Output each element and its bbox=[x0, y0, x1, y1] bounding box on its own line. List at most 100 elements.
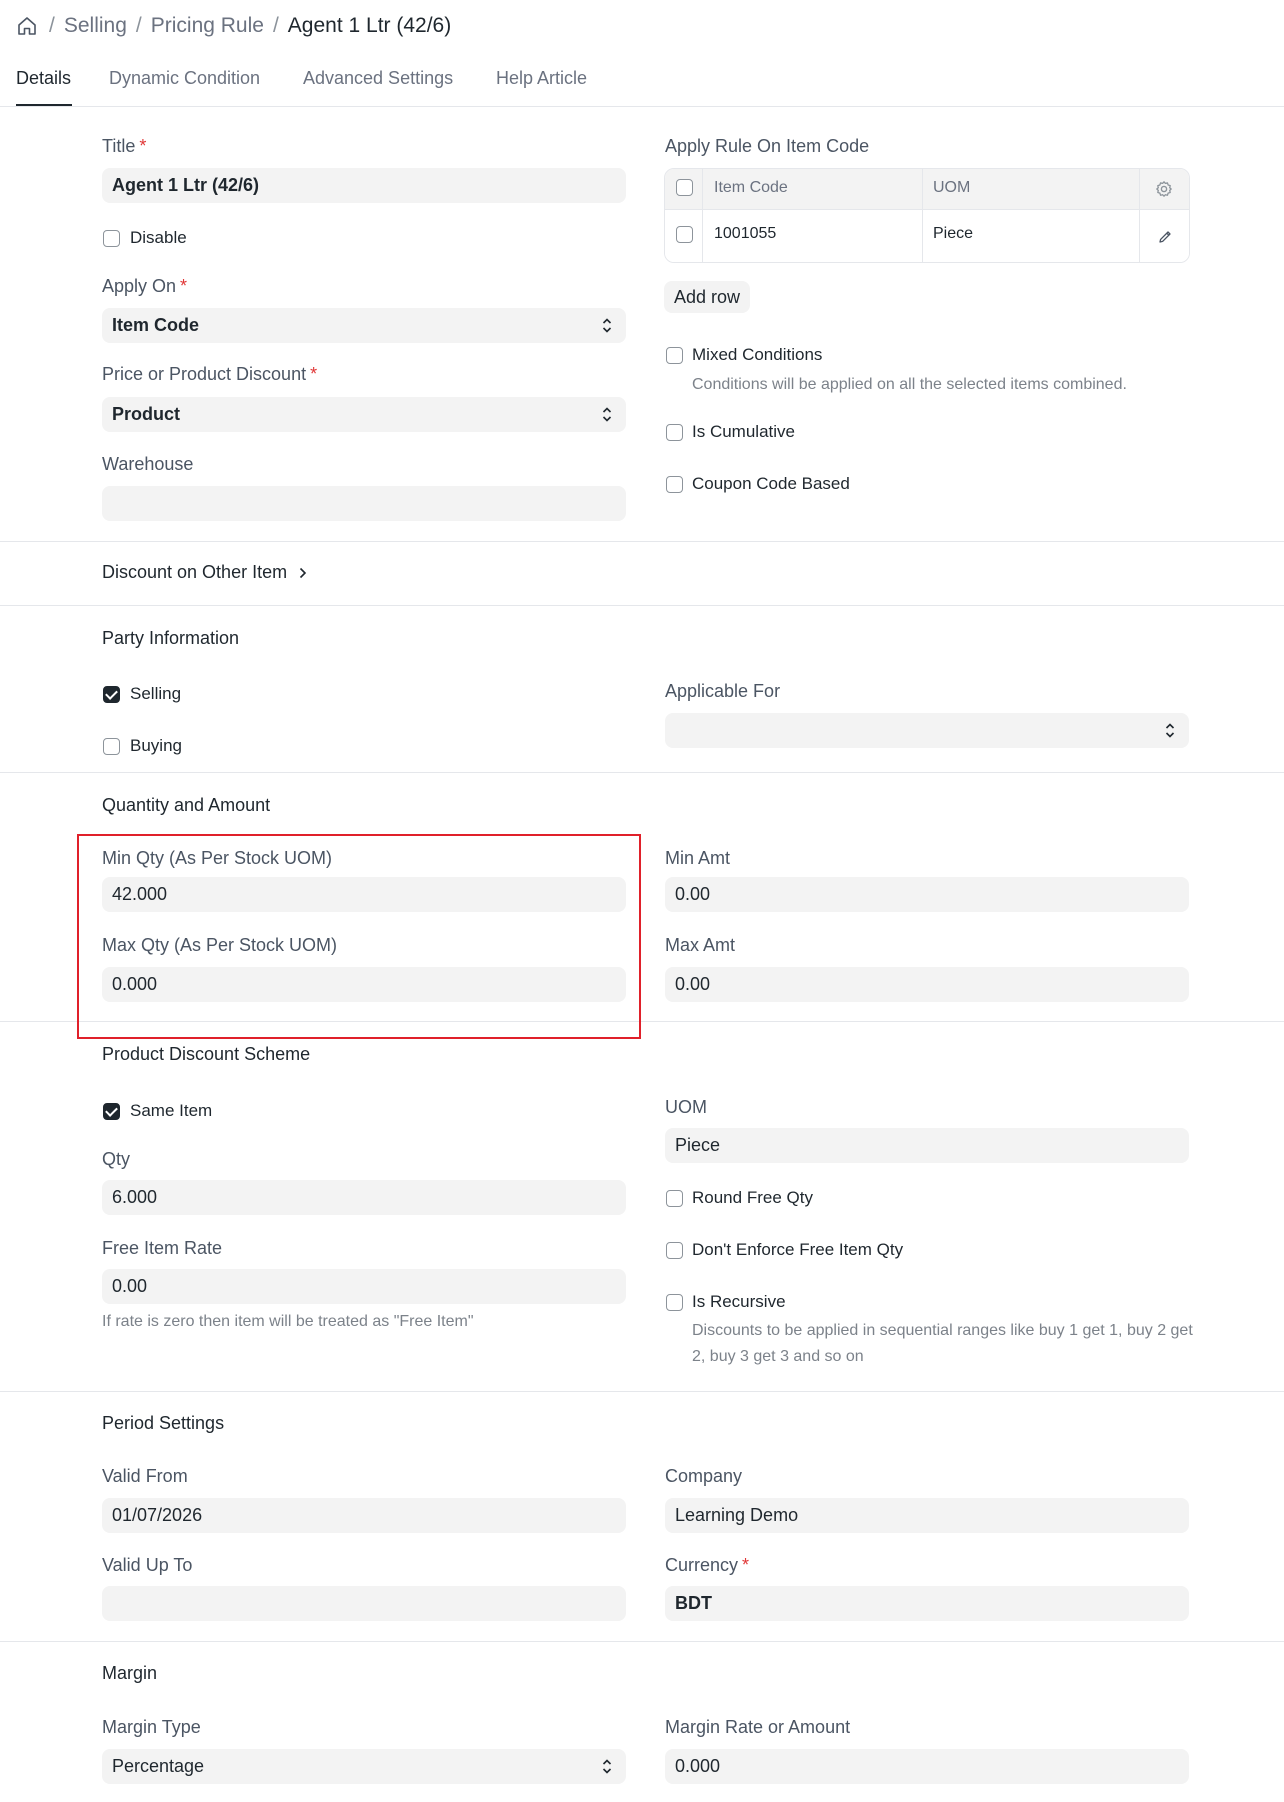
mixed-conditions-checkbox[interactable] bbox=[666, 347, 683, 364]
currency-input[interactable]: BDT bbox=[665, 1586, 1189, 1621]
same-item-checkbox[interactable] bbox=[103, 1103, 120, 1120]
round-free-qty-label: Round Free Qty bbox=[692, 1188, 813, 1207]
table-header: Item Code UOM bbox=[665, 169, 1189, 209]
same-item-label: Same Item bbox=[130, 1101, 213, 1120]
discount-other-item-title: Discount on Other Item bbox=[102, 562, 288, 582]
section-divider bbox=[0, 605, 1284, 606]
edit-icon[interactable] bbox=[1157, 229, 1173, 245]
is-recursive-help: Discounts to be applied in sequential ra… bbox=[692, 1322, 1193, 1365]
currency-label: Currency bbox=[665, 1555, 739, 1575]
select-arrows-icon bbox=[602, 318, 612, 333]
breadcrumb-separator: / bbox=[49, 14, 55, 37]
column-divider bbox=[702, 169, 703, 262]
breadcrumb-pricing-rule[interactable]: Pricing Rule bbox=[151, 14, 264, 38]
section-divider bbox=[0, 1641, 1284, 1642]
item-code-table: Item Code UOM 1001055 Piece bbox=[664, 168, 1190, 263]
qty-label: Qty bbox=[102, 1149, 131, 1169]
breadcrumb-selling[interactable]: Selling bbox=[64, 14, 127, 38]
company-input[interactable]: Learning Demo bbox=[665, 1498, 1189, 1533]
free-item-rate-label: Free Item Rate bbox=[102, 1238, 223, 1258]
row-checkbox[interactable] bbox=[676, 226, 693, 243]
column-uom: UOM bbox=[933, 179, 971, 196]
buying-checkbox[interactable] bbox=[103, 738, 120, 755]
max-amt-label: Max Amt bbox=[665, 935, 736, 955]
form-tabs: Details Dynamic Condition Advanced Setti… bbox=[0, 58, 1284, 107]
applicable-for-select[interactable] bbox=[665, 713, 1189, 748]
add-row-button[interactable]: Add row bbox=[664, 281, 751, 313]
free-item-rate-help: If rate is zero then item will be treate… bbox=[102, 1313, 474, 1330]
valid-upto-label: Valid Up To bbox=[102, 1555, 193, 1575]
is-recursive-checkbox[interactable] bbox=[666, 1294, 683, 1311]
select-arrows-icon bbox=[1165, 723, 1175, 738]
is-cumulative-checkbox[interactable] bbox=[666, 424, 683, 441]
disable-checkbox[interactable] bbox=[103, 230, 120, 247]
title-input[interactable]: Agent 1 Ltr (42/6) bbox=[102, 168, 626, 203]
coupon-code-based-checkbox[interactable] bbox=[666, 476, 683, 493]
tab-dynamic-condition[interactable]: Dynamic Condition bbox=[109, 68, 260, 89]
table-row[interactable]: 1001055 Piece bbox=[665, 209, 1189, 262]
free-item-rate-input[interactable]: 0.00 bbox=[102, 1269, 626, 1304]
price-or-product-discount-label: Price or Product Discount bbox=[102, 364, 307, 384]
apply-on-select[interactable]: Item Code bbox=[102, 308, 626, 343]
tab-advanced-settings[interactable]: Advanced Settings bbox=[303, 68, 453, 89]
title-label: Title bbox=[102, 136, 136, 156]
discount-other-item-toggle[interactable]: Discount on Other Item bbox=[102, 562, 309, 583]
section-divider bbox=[0, 772, 1284, 773]
margin-rate-input[interactable]: 0.000 bbox=[665, 1749, 1189, 1784]
uom-input[interactable]: Piece bbox=[665, 1128, 1189, 1163]
valid-upto-input[interactable] bbox=[102, 1586, 626, 1621]
apply-on-label: Apply On bbox=[102, 276, 177, 296]
breadcrumb-separator: / bbox=[272, 14, 279, 37]
qty-input[interactable]: 6.000 bbox=[102, 1180, 626, 1215]
quantity-amount-title: Quantity and Amount bbox=[102, 795, 271, 815]
price-or-product-discount-value: Product bbox=[112, 404, 181, 424]
company-label: Company bbox=[665, 1466, 743, 1486]
valid-from-input[interactable]: 01/07/2026 bbox=[102, 1498, 626, 1533]
selling-checkbox[interactable] bbox=[103, 686, 120, 703]
applicable-for-label: Applicable For bbox=[665, 681, 781, 701]
price-or-product-discount-select[interactable]: Product bbox=[102, 397, 626, 432]
dont-enforce-label: Don't Enforce Free Item Qty bbox=[692, 1240, 904, 1259]
uom-cell[interactable]: Piece bbox=[933, 225, 973, 243]
apply-rule-on-label: Apply Rule On Item Code bbox=[665, 136, 870, 156]
tab-help-article[interactable]: Help Article bbox=[496, 68, 587, 89]
warehouse-input[interactable] bbox=[102, 486, 626, 521]
highlight-box bbox=[77, 834, 641, 1039]
margin-type-label: Margin Type bbox=[102, 1717, 201, 1737]
column-divider bbox=[922, 169, 923, 262]
margin-title: Margin bbox=[102, 1663, 158, 1683]
select-all-checkbox[interactable] bbox=[676, 179, 693, 196]
period-settings-title: Period Settings bbox=[102, 1413, 225, 1433]
select-arrows-icon bbox=[602, 1759, 612, 1774]
section-divider bbox=[0, 541, 1284, 542]
selling-label: Selling bbox=[130, 684, 182, 703]
gear-icon[interactable] bbox=[1155, 180, 1173, 198]
breadcrumb: / Selling / Pricing Rule / Agent 1 Ltr (… bbox=[16, 10, 451, 42]
mixed-conditions-label: Mixed Conditions bbox=[692, 345, 823, 364]
apply-on-value: Item Code bbox=[112, 315, 200, 335]
min-amt-label: Min Amt bbox=[665, 848, 731, 868]
buying-label: Buying bbox=[130, 736, 182, 755]
margin-type-value: Percentage bbox=[112, 1756, 205, 1776]
column-item-code: Item Code bbox=[714, 179, 788, 196]
section-divider bbox=[0, 1391, 1284, 1392]
coupon-code-based-label: Coupon Code Based bbox=[692, 474, 850, 493]
uom-label: UOM bbox=[665, 1097, 707, 1117]
dont-enforce-checkbox[interactable] bbox=[666, 1242, 683, 1259]
mixed-conditions-help: Conditions will be applied on all the se… bbox=[692, 376, 1127, 393]
column-divider bbox=[1139, 169, 1140, 262]
margin-type-select[interactable]: Percentage bbox=[102, 1749, 626, 1784]
home-icon[interactable] bbox=[16, 15, 38, 37]
tab-details[interactable]: Details bbox=[16, 68, 71, 89]
product-discount-title: Product Discount Scheme bbox=[102, 1044, 311, 1064]
min-amt-input[interactable]: 0.00 bbox=[665, 877, 1189, 912]
is-recursive-label: Is Recursive bbox=[692, 1292, 786, 1311]
chevron-right-icon bbox=[300, 567, 307, 578]
max-amt-input[interactable]: 0.00 bbox=[665, 967, 1189, 1002]
is-cumulative-label: Is Cumulative bbox=[692, 422, 795, 441]
warehouse-label: Warehouse bbox=[102, 454, 194, 474]
round-free-qty-checkbox[interactable] bbox=[666, 1190, 683, 1207]
item-code-cell[interactable]: 1001055 bbox=[714, 225, 776, 243]
select-arrows-icon bbox=[602, 407, 612, 422]
valid-from-label: Valid From bbox=[102, 1466, 188, 1486]
